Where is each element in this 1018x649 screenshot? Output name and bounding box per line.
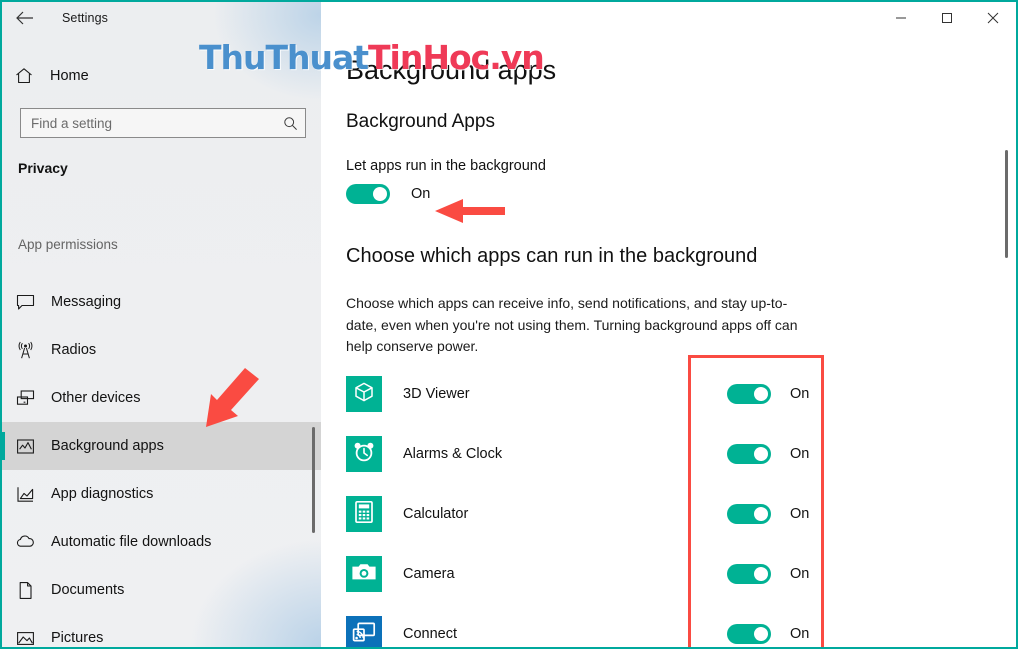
sidebar: Home Privacy App permissions Messaging (2, 2, 321, 647)
app-row: 3D Viewer On (346, 364, 986, 424)
app-list: 3D Viewer On Alarms & Clock On Calculato… (346, 364, 986, 647)
home-icon (2, 67, 46, 85)
sidebar-group-header: App permissions (18, 237, 118, 252)
app-name: 3D Viewer (403, 386, 470, 402)
app-toggle-state: On (790, 506, 810, 522)
other-devices-icon (2, 389, 48, 408)
toggle-knob (373, 187, 387, 201)
app-icon-tile (346, 376, 382, 412)
master-toggle-row: On (346, 184, 430, 204)
app-toggle-switch[interactable] (727, 384, 771, 404)
sidebar-item-label: Pictures (51, 630, 104, 646)
watermark: ThuThuatTinHoc.vn (199, 38, 545, 77)
sidebar-item-label: App diagnostics (51, 486, 154, 502)
app-toggle-state: On (790, 626, 810, 642)
app-row: Camera On (346, 544, 986, 604)
sidebar-item-radios[interactable]: Radios (2, 326, 321, 374)
app-toggle-state: On (790, 446, 810, 462)
master-toggle-switch[interactable] (346, 184, 390, 204)
sidebar-item-background-apps[interactable]: Background apps (2, 422, 321, 470)
main-scrollbar-thumb[interactable] (1005, 150, 1008, 258)
app-row: Calculator On (346, 484, 986, 544)
toggle-knob (754, 567, 768, 581)
message-bubble-icon (2, 293, 48, 312)
calculator-icon (353, 500, 375, 529)
maximize-button[interactable] (924, 2, 970, 34)
window-title: Settings (62, 11, 108, 25)
pictures-icon (2, 629, 48, 648)
toggle-knob (754, 447, 768, 461)
window-controls (878, 2, 1016, 34)
search-input[interactable] (21, 110, 275, 136)
settings-window: Settings Home Find a setting Privacy App… (0, 0, 1018, 649)
close-button[interactable] (970, 2, 1016, 34)
sidebar-item-label: Background apps (51, 438, 164, 454)
master-toggle-state: On (411, 186, 431, 202)
app-toggle-state: On (790, 386, 810, 402)
sidebar-item-automatic-file-downloads[interactable]: Automatic file downloads (2, 518, 321, 566)
app-toggle-switch[interactable] (727, 564, 771, 584)
camera-icon (351, 562, 377, 587)
alarm-clock-icon (352, 440, 376, 469)
app-diagnostics-icon (2, 485, 48, 504)
app-toggle-wrap: On (727, 624, 809, 644)
sidebar-item-other-devices[interactable]: Other devices (2, 374, 321, 422)
app-icon-tile (346, 556, 382, 592)
main-content: Background apps Background Apps Let apps… (321, 2, 1014, 647)
sidebar-item-label: Other devices (51, 390, 141, 406)
app-name: Alarms & Clock (403, 446, 503, 462)
sidebar-item-messaging[interactable]: Messaging (2, 278, 321, 326)
app-toggle-wrap: On (727, 564, 809, 584)
app-row: Connect On (346, 604, 986, 647)
toggle-knob (754, 387, 768, 401)
sidebar-item-label: Radios (51, 342, 97, 358)
app-toggle-state: On (790, 566, 810, 582)
document-icon (2, 581, 48, 600)
cast-icon (352, 621, 376, 648)
app-name: Connect (403, 626, 458, 642)
master-toggle-label: Let apps run in the background (346, 158, 546, 174)
app-icon-tile (346, 496, 382, 532)
sidebar-item-label: Automatic file downloads (51, 534, 212, 550)
sidebar-item-label: Documents (51, 582, 125, 598)
watermark-part1: ThuThuat (199, 38, 369, 77)
app-row: Alarms & Clock On (346, 424, 986, 484)
cloud-icon (2, 532, 48, 552)
sidebar-item-pictures[interactable]: Pictures (2, 614, 321, 647)
back-button[interactable] (2, 3, 46, 34)
app-toggle-switch[interactable] (727, 624, 771, 644)
minimize-button[interactable] (878, 2, 924, 34)
app-name: Calculator (403, 506, 469, 522)
app-toggle-wrap: On (727, 504, 809, 524)
app-icon-tile (346, 616, 382, 647)
cube-icon (353, 381, 375, 408)
sidebar-item-app-diagnostics[interactable]: App diagnostics (2, 470, 321, 518)
background-apps-icon (2, 437, 48, 456)
app-toggle-wrap: On (727, 444, 809, 464)
watermark-part2: TinHoc.vn (368, 38, 545, 77)
search-icon (275, 116, 305, 131)
choose-apps-header: Choose which apps can run in the backgro… (346, 245, 758, 267)
section-title: Background Apps (346, 111, 495, 132)
sidebar-item-documents[interactable]: Documents (2, 566, 321, 614)
toggle-knob (754, 507, 768, 521)
sidebar-home-label: Home (50, 68, 89, 84)
sidebar-category-title: Privacy (18, 160, 68, 176)
app-toggle-switch[interactable] (727, 504, 771, 524)
sidebar-nav-list: Messaging Radios Other devices Backgroun… (2, 278, 321, 647)
sidebar-scrollbar-thumb[interactable] (312, 427, 315, 533)
app-name: Camera (403, 566, 455, 582)
radio-tower-icon (2, 341, 48, 360)
toggle-knob (754, 627, 768, 641)
sidebar-item-label: Messaging (51, 294, 122, 310)
app-toggle-switch[interactable] (727, 444, 771, 464)
title-bar: Settings (2, 2, 1016, 34)
choose-apps-description: Choose which apps can receive info, send… (346, 295, 798, 354)
search-box[interactable] (20, 108, 306, 138)
app-toggle-wrap: On (727, 384, 809, 404)
app-icon-tile (346, 436, 382, 472)
